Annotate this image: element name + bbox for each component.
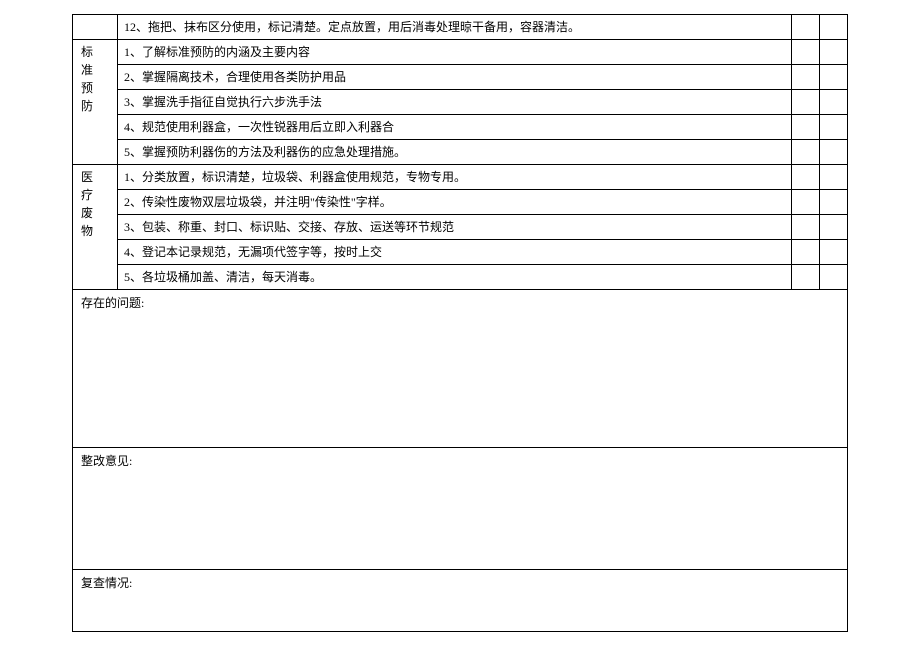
score-cell-2 <box>820 15 848 40</box>
item-cell: 4、规范使用利器盒，一次性锐器用后立即入利器合 <box>118 115 792 140</box>
category-label-line: 准 <box>81 63 93 77</box>
score-cell-1 <box>792 190 820 215</box>
category-label-line: 疗 <box>81 188 93 202</box>
category-label-line: 废 <box>81 206 93 220</box>
table-row: 4、规范使用利器盒，一次性锐器用后立即入利器合 <box>73 115 848 140</box>
item-cell: 1、分类放置，标识清楚，垃圾袋、利器盒使用规范，专物专用。 <box>118 165 792 190</box>
score-cell-1 <box>792 140 820 165</box>
table-row: 3、掌握洗手指征自觉执行六步洗手法 <box>73 90 848 115</box>
recheck-cell: 复查情况: <box>73 570 848 632</box>
opinion-cell: 整改意见: <box>73 448 848 570</box>
item-cell: 4、登记本记录规范，无漏项代签字等，按时上交 <box>118 240 792 265</box>
score-cell-1 <box>792 40 820 65</box>
item-cell: 3、包装、称重、封口、标识贴、交接、存放、运送等环节规范 <box>118 215 792 240</box>
score-cell-1 <box>792 15 820 40</box>
recheck-row: 复查情况: <box>73 570 848 632</box>
item-cell: 5、掌握预防利器伤的方法及利器伤的应急处理措施。 <box>118 140 792 165</box>
opinion-label: 整改意见: <box>81 454 132 468</box>
table-row: 2、掌握隔离技术，合理使用各类防护用品 <box>73 65 848 90</box>
score-cell-1 <box>792 240 820 265</box>
score-cell-2 <box>820 40 848 65</box>
table-row: 12、拖把、抹布区分使用，标记清楚。定点放置，用后消毒处理晾干备用，容器清洁。 <box>73 15 848 40</box>
score-cell-2 <box>820 190 848 215</box>
category-cell-medical-waste: 医 疗 废 物 <box>73 165 118 290</box>
item-cell: 2、传染性废物双层垃圾袋，并注明"传染性"字样。 <box>118 190 792 215</box>
item-cell: 5、各垃圾桶加盖、清洁，每天消毒。 <box>118 265 792 290</box>
table-row: 5、各垃圾桶加盖、清洁，每天消毒。 <box>73 265 848 290</box>
issues-row: 存在的问题: <box>73 290 848 448</box>
category-cell-standard-precaution: 标 准 预 防 <box>73 40 118 165</box>
item-cell: 1、了解标准预防的内涵及主要内容 <box>118 40 792 65</box>
score-cell-1 <box>792 265 820 290</box>
item-cell: 2、掌握隔离技术，合理使用各类防护用品 <box>118 65 792 90</box>
table-row: 标 准 预 防 1、了解标准预防的内涵及主要内容 <box>73 40 848 65</box>
score-cell-2 <box>820 90 848 115</box>
score-cell-2 <box>820 140 848 165</box>
table-row: 医 疗 废 物 1、分类放置，标识清楚，垃圾袋、利器盒使用规范，专物专用。 <box>73 165 848 190</box>
category-label-line: 物 <box>81 224 93 238</box>
score-cell-2 <box>820 215 848 240</box>
issues-cell: 存在的问题: <box>73 290 848 448</box>
score-cell-2 <box>820 115 848 140</box>
table-row: 3、包装、称重、封口、标识贴、交接、存放、运送等环节规范 <box>73 215 848 240</box>
score-cell-2 <box>820 265 848 290</box>
item-cell: 3、掌握洗手指征自觉执行六步洗手法 <box>118 90 792 115</box>
score-cell-1 <box>792 90 820 115</box>
table-row: 2、传染性废物双层垃圾袋，并注明"传染性"字样。 <box>73 190 848 215</box>
category-label-line: 标 <box>81 45 93 59</box>
category-label-line: 防 <box>81 99 93 113</box>
inspection-table: 12、拖把、抹布区分使用，标记清楚。定点放置，用后消毒处理晾干备用，容器清洁。 … <box>72 14 848 632</box>
table-row: 4、登记本记录规范，无漏项代签字等，按时上交 <box>73 240 848 265</box>
item-cell: 12、拖把、抹布区分使用，标记清楚。定点放置，用后消毒处理晾干备用，容器清洁。 <box>118 15 792 40</box>
score-cell-1 <box>792 215 820 240</box>
score-cell-2 <box>820 65 848 90</box>
issues-label: 存在的问题: <box>81 296 144 310</box>
opinion-row: 整改意见: <box>73 448 848 570</box>
score-cell-1 <box>792 65 820 90</box>
recheck-label: 复查情况: <box>81 576 132 590</box>
category-label-line: 预 <box>81 81 93 95</box>
category-cell-blank <box>73 15 118 40</box>
table-row: 5、掌握预防利器伤的方法及利器伤的应急处理措施。 <box>73 140 848 165</box>
score-cell-1 <box>792 165 820 190</box>
score-cell-1 <box>792 115 820 140</box>
score-cell-2 <box>820 240 848 265</box>
category-label-line: 医 <box>81 170 93 184</box>
score-cell-2 <box>820 165 848 190</box>
